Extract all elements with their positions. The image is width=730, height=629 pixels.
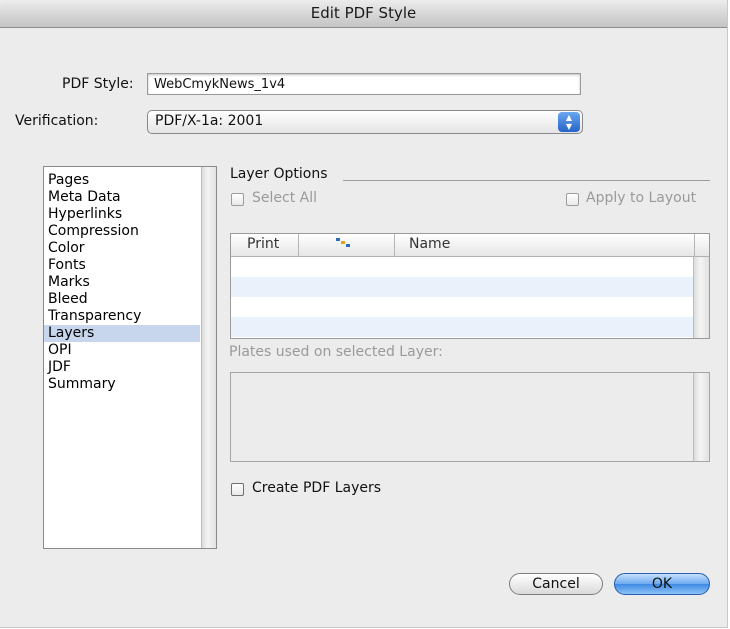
edit-pdf-style-dialog: Edit PDF Style PDF Style: Verification: … xyxy=(0,0,728,628)
select-all-label: Select All xyxy=(252,190,317,206)
sidebar-item-summary[interactable]: Summary xyxy=(44,376,200,393)
table-row[interactable] xyxy=(231,297,694,317)
verification-label: Verification: xyxy=(15,113,99,129)
sidebar-item-marks[interactable]: Marks xyxy=(44,274,200,291)
verification-popup[interactable]: PDF/X-1a: 2001 ▲ ▼ xyxy=(147,110,583,134)
pdf-style-label: PDF Style: xyxy=(62,76,134,92)
sidebar-item-meta-data[interactable]: Meta Data xyxy=(44,189,200,206)
ok-button[interactable]: OK xyxy=(614,573,710,595)
create-pdf-layers-checkbox[interactable] xyxy=(231,483,244,496)
layers-table-scrollbar[interactable] xyxy=(693,257,709,338)
cancel-button[interactable]: Cancel xyxy=(509,573,603,595)
updown-arrows-icon: ▲ ▼ xyxy=(558,112,580,132)
sidebar-item-compression[interactable]: Compression xyxy=(44,223,200,240)
window-title: Edit PDF Style xyxy=(0,0,727,28)
sidebar-item-pages[interactable]: Pages xyxy=(44,172,200,189)
sidebar-item-layers[interactable]: Layers xyxy=(44,325,200,342)
table-row[interactable] xyxy=(231,317,694,337)
table-row[interactable] xyxy=(231,277,694,297)
create-pdf-layers-label: Create PDF Layers xyxy=(252,480,382,496)
sidebar-item-hyperlinks[interactable]: Hyperlinks xyxy=(44,206,200,223)
sidebar-item-jdf[interactable]: JDF xyxy=(44,359,200,376)
layer-squares-icon[interactable] xyxy=(335,237,351,253)
sidebar-item-fonts[interactable]: Fonts xyxy=(44,257,200,274)
category-list-scrollbar[interactable] xyxy=(201,167,216,548)
layer-options-title: Layer Options xyxy=(230,166,328,182)
sidebar-item-transparency[interactable]: Transparency xyxy=(44,308,200,325)
layers-table-header: Print Name xyxy=(231,234,709,257)
plates-label: Plates used on selected Layer: xyxy=(229,344,443,360)
sidebar-item-color[interactable]: Color xyxy=(44,240,200,257)
column-header-print[interactable]: Print xyxy=(247,236,279,252)
column-header-name[interactable]: Name xyxy=(409,236,450,252)
apply-to-layout-checkbox[interactable] xyxy=(566,193,579,206)
plates-list[interactable] xyxy=(230,372,710,462)
sidebar-item-bleed[interactable]: Bleed xyxy=(44,291,200,308)
verification-selected-value: PDF/X-1a: 2001 xyxy=(155,113,264,129)
layer-options-divider xyxy=(343,180,710,181)
pdf-style-input[interactable] xyxy=(147,73,581,95)
sidebar-item-opi[interactable]: OPI xyxy=(44,342,200,359)
layers-table[interactable]: Print Name xyxy=(230,233,710,339)
plates-list-scrollbar[interactable] xyxy=(693,373,709,461)
apply-to-layout-label: Apply to Layout xyxy=(586,190,697,206)
category-list[interactable]: Pages Meta Data Hyperlinks Compression Color… xyxy=(43,166,217,549)
select-all-checkbox[interactable] xyxy=(231,193,244,206)
table-row[interactable] xyxy=(231,257,694,277)
